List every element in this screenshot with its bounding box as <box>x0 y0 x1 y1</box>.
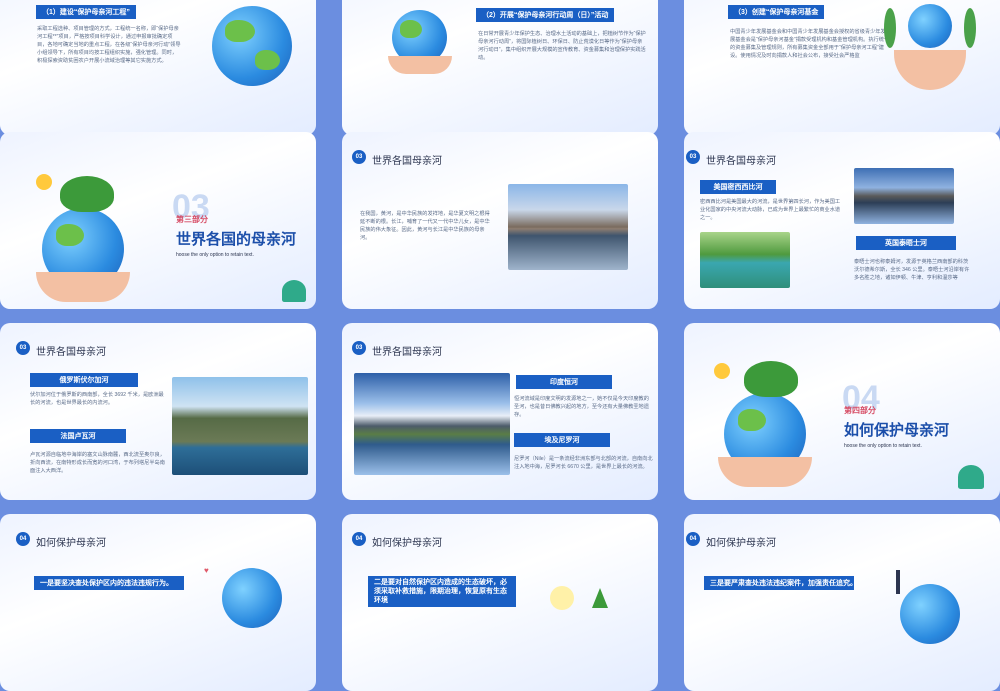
trees-decoration <box>60 176 114 212</box>
slide-ribbon: 法国卢瓦河 <box>30 429 126 443</box>
slide-body-text: 泰晤士河也称泰姆河，发源于英格兰西南部的科茨沃尔德希尔斯，全长 346 公里。泰… <box>854 259 970 281</box>
sun-icon <box>36 174 52 190</box>
river-photo <box>700 232 790 288</box>
slide-thumbnail-2[interactable]: （2）开展“保护母亲河行动周（日）”活动 在日常开展青少年保护生态、治理水土活动… <box>342 0 658 135</box>
section-badge: 03 <box>352 150 366 164</box>
slide-ribbon: 埃及尼罗河 <box>514 433 610 447</box>
section-title: 世界各国的母亲河 <box>176 231 297 248</box>
slide-thumbnail-3[interactable]: （3）创建“保护母亲河基金 中国青少年发展基金会和中国青少年发展基金会授权的省级… <box>684 0 1000 135</box>
slide-body-text: 在日常开展青少年保护生态、治理水土活动的基础上，把植树节作为“保护母亲河行动周”… <box>478 31 646 61</box>
slide-thumbnail-5[interactable]: 03 世界各国母亲河 在我国，黄河，是中华民族的发祥地，是华夏文明之根得延不断的… <box>342 132 658 309</box>
slide-title: 世界各国母亲河 <box>372 347 442 358</box>
slide-ribbon: （3）创建“保护母亲河基金 <box>728 5 825 19</box>
slide-ribbon: 三是要严肃查处违法违纪案件，加强责任追究。 <box>704 576 857 590</box>
mountain-lake-photo <box>508 184 628 270</box>
slide-body-text: 中国青少年发展基金会和中国青少年发展基金会授权的省级青少年发展基金会是“保护母亲… <box>730 29 890 59</box>
trees-decoration <box>744 361 798 397</box>
section-badge: 03 <box>686 150 700 164</box>
globe-illustration <box>908 4 952 48</box>
leaves-decoration <box>964 8 976 48</box>
slide-thumbnail-10[interactable]: 04 如何保护母亲河 一是要坚决查处保护区内的违法违规行为。 ♥ <box>0 514 316 691</box>
section-subtitle: hoose the only option to retain text. <box>844 443 922 449</box>
globe-illustration <box>222 568 282 628</box>
slide-thumbnail-1[interactable]: （1）建设“保护母亲河工程” 采取工程选种、项目管理的方式，工程统一名称，即“保… <box>0 0 316 135</box>
hands-illustration <box>718 457 812 487</box>
slide-ribbon: 一是要坚决查处保护区内的违法违规行为。 <box>34 576 184 590</box>
continent-shape <box>255 50 280 70</box>
globe-illustration <box>212 6 292 86</box>
hands-illustration <box>36 272 130 302</box>
section-badge: 04 <box>686 532 700 546</box>
section-part-label: 第三部分 <box>176 215 208 224</box>
tree-decoration <box>592 588 608 608</box>
slide-thumbnail-9[interactable]: 04 第四部分 如何保护母亲河 hoose the only option to… <box>684 323 1000 500</box>
continent-shape <box>400 20 422 38</box>
section-badge: 03 <box>16 341 30 355</box>
tower-icon <box>896 570 900 594</box>
plant-decoration <box>282 280 306 302</box>
slide-ribbon: 英国泰晤士河 <box>856 236 956 250</box>
continent-shape <box>56 224 84 246</box>
slide-title: 如何保护母亲河 <box>372 538 442 549</box>
slide-title: 如何保护母亲河 <box>36 538 106 549</box>
slide-title: 世界各国母亲河 <box>36 347 106 358</box>
slide-ribbon: 美国密西西比河 <box>700 180 776 194</box>
slide-ribbon: 二是要对自然保护区内造成的生态破坏，必须采取补救措施，限期治理，恢复原有生态环境 <box>368 576 516 607</box>
slide-body-text: 伏尔加河位于俄罗斯的西南部，全长 3692 千米，是欧洲最长的河流，也是世界最长… <box>30 392 164 406</box>
slide-ribbon: 印度恒河 <box>516 375 612 389</box>
mountain-lake-photo <box>854 168 954 224</box>
slide-body-text: 卢瓦河源自临地中海岸的塞文山脉南麓，西北流至奥尔良，折向西流，在南特形成长而宽的… <box>30 452 165 474</box>
river-cliff-photo <box>172 377 308 475</box>
slide-thumbnail-7[interactable]: 03 世界各国母亲河 俄罗斯伏尔加河 伏尔加河位于俄罗斯的西南部，全长 3692… <box>0 323 316 500</box>
slide-thumbnail-8[interactable]: 03 世界各国母亲河 印度恒河 恒河流域是印度文明的发源地之一，她不仅是今天印度… <box>342 323 658 500</box>
heart-icon: ♥ <box>204 566 209 575</box>
slide-body-text: 在我国，黄河，是中华民族的发祥地，是华夏文明之根得延不断的根。长江，哺育了一代又… <box>360 211 490 241</box>
slide-thumbnail-12[interactable]: 04 如何保护母亲河 三是要严肃查处违法违纪案件，加强责任追究。 <box>684 514 1000 691</box>
slide-thumbnail-6[interactable]: 03 世界各国母亲河 美国密西西比河 密西西比河是美国最大的河流，是世界第四长河… <box>684 132 1000 309</box>
slide-body-text: 尼罗河（Nile）是一条流经非洲东部与北部的河流，自南向北注入地中海，尼罗河长 … <box>514 456 653 470</box>
slide-title: 世界各国母亲河 <box>372 156 442 167</box>
slide-ribbon: （1）建设“保护母亲河工程” <box>36 5 136 19</box>
sun-icon <box>550 586 574 610</box>
slide-body-text: 密西西比河是美国最大的河流，是世界第四长河，作为美国工业化国家的中央河流大动脉，… <box>700 199 841 221</box>
hands-illustration <box>894 50 966 90</box>
section-badge: 03 <box>352 341 366 355</box>
slide-thumbnail-4[interactable]: 03 第三部分 世界各国的母亲河 hoose the only option t… <box>0 132 316 309</box>
slide-thumbnail-11[interactable]: 04 如何保护母亲河 二是要对自然保护区内造成的生态破坏，必须采取补救措施，限期… <box>342 514 658 691</box>
slide-ribbon: （2）开展“保护母亲河行动周（日）”活动 <box>476 8 615 22</box>
hands-illustration <box>388 56 452 74</box>
section-subtitle: hoose the only option to retain text. <box>176 252 254 258</box>
slide-title: 如何保护母亲河 <box>706 538 776 549</box>
leaves-decoration <box>884 8 896 48</box>
globe-illustration <box>900 584 960 644</box>
slide-body-text: 采取工程选种、项目管理的方式，工程统一名称，即“保护母亲河工程**”项目，严格按… <box>37 26 181 64</box>
slide-body-text: 恒河流域是印度文明的发源地之一，她不仅是今天印度教的圣河，也是昔日佛教兴起的地方… <box>514 396 649 418</box>
slide-title: 世界各国母亲河 <box>706 156 776 167</box>
slide-ribbon: 俄罗斯伏尔加河 <box>30 373 138 387</box>
sun-icon <box>714 363 730 379</box>
continent-shape <box>225 20 255 42</box>
section-badge: 04 <box>16 532 30 546</box>
section-title: 如何保护母亲河 <box>844 422 950 439</box>
section-badge: 04 <box>352 532 366 546</box>
plant-decoration <box>958 465 984 489</box>
section-part-label: 第四部分 <box>844 406 876 415</box>
continent-shape <box>738 409 766 431</box>
mountain-lake-photo <box>354 373 510 475</box>
